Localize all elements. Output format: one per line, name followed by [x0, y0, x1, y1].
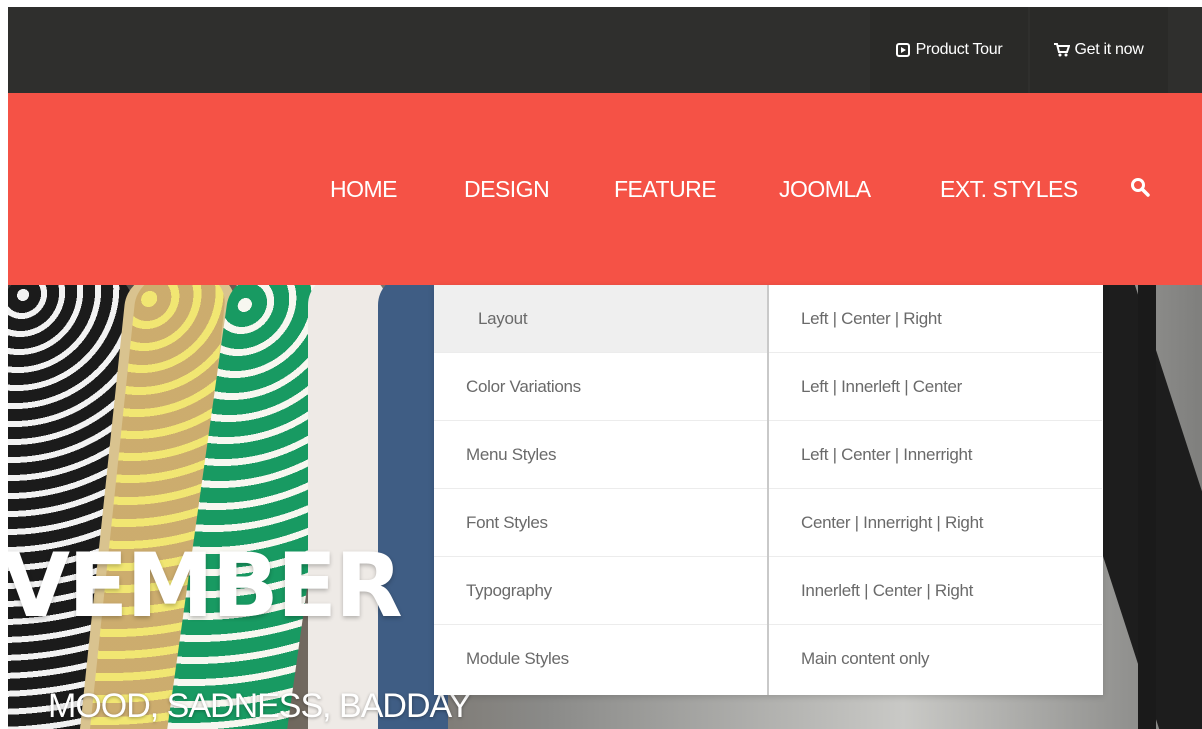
- page: Product Tour Get it now HOME DESIGN FEAT…: [8, 7, 1202, 729]
- top-bar: Product Tour Get it now: [8, 7, 1202, 93]
- nav-design[interactable]: DESIGN: [464, 93, 550, 285]
- hero-subtitle: MOOD, SADNESS, BADDAY: [48, 687, 471, 725]
- menu-item-font-styles[interactable]: Font Styles: [434, 489, 767, 557]
- get-it-now-label: Get it now: [1074, 41, 1144, 58]
- submenu-item-left-center-innerright[interactable]: Left | Center | Innerright: [769, 421, 1102, 489]
- nav-ext-styles[interactable]: EXT. STYLES: [940, 93, 1078, 285]
- nav-joomla[interactable]: JOOMLA: [779, 93, 871, 285]
- menu-item-menu-styles[interactable]: Menu Styles: [434, 421, 767, 489]
- menu-item-layout[interactable]: Layout: [434, 285, 767, 353]
- dropdown-right-column: Left | Center | Right Left | Innerleft |…: [769, 285, 1102, 695]
- play-icon: [895, 43, 910, 57]
- submenu-item-innerleft-center-right[interactable]: Innerleft | Center | Right: [769, 557, 1102, 625]
- design-dropdown-menu: Layout Color Variations Menu Styles Font…: [434, 285, 1103, 695]
- nav-home[interactable]: HOME: [330, 93, 398, 285]
- product-tour-button[interactable]: Product Tour: [870, 7, 1028, 93]
- nav-feature[interactable]: FEATURE: [614, 93, 717, 285]
- search-button[interactable]: [1130, 93, 1150, 285]
- submenu-item-left-innerleft-center[interactable]: Left | Innerleft | Center: [769, 353, 1102, 421]
- main-nav: HOME DESIGN FEATURE JOOMLA EXT. STYLES: [8, 93, 1202, 285]
- menu-item-module-styles[interactable]: Module Styles: [434, 625, 767, 693]
- menu-item-color-variations[interactable]: Color Variations: [434, 353, 767, 421]
- cart-icon: [1054, 43, 1071, 57]
- search-icon: [1130, 176, 1150, 203]
- get-it-now-button[interactable]: Get it now: [1030, 7, 1168, 93]
- submenu-item-center-innerright-right[interactable]: Center | Innerright | Right: [769, 489, 1102, 557]
- hero-image-stand: [1138, 285, 1156, 729]
- submenu-item-main-content-only[interactable]: Main content only: [769, 625, 1102, 693]
- submenu-item-left-center-right[interactable]: Left | Center | Right: [769, 285, 1102, 353]
- dropdown-left-column: Layout Color Variations Menu Styles Font…: [434, 285, 769, 695]
- hero-image-clothing: [308, 285, 388, 729]
- hero-title: VEMBER: [8, 534, 403, 637]
- product-tour-label: Product Tour: [915, 41, 1003, 58]
- menu-item-typography[interactable]: Typography: [434, 557, 767, 625]
